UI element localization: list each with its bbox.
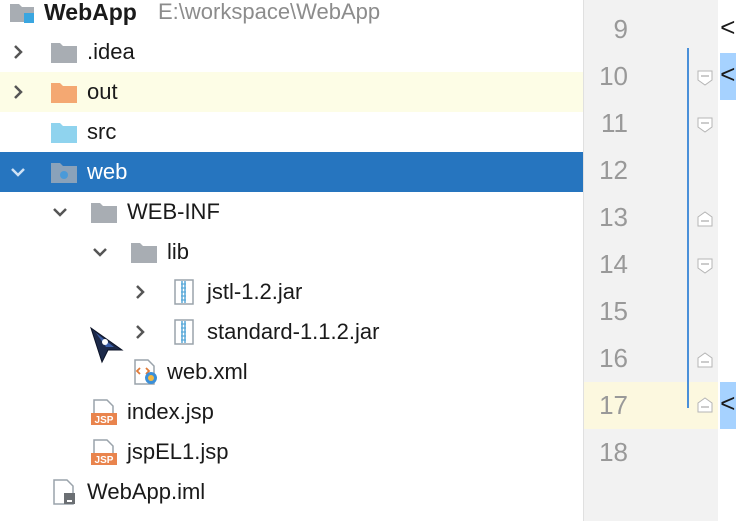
folder-gray-icon xyxy=(51,43,77,63)
tree-item-label: src xyxy=(87,119,117,144)
jar-icon xyxy=(174,319,194,345)
line-number: 16 xyxy=(599,343,628,373)
iml-icon xyxy=(53,479,75,505)
tree-row-web[interactable]: web xyxy=(0,152,583,192)
line-number: 11 xyxy=(601,108,628,138)
chevron-right-icon[interactable] xyxy=(130,282,150,302)
chevron-right-icon[interactable] xyxy=(8,42,28,62)
tree-item-label: index.jsp xyxy=(127,399,214,424)
tree-item-label: out xyxy=(87,79,118,104)
tree-row-lib[interactable]: lib xyxy=(0,232,583,272)
tree-row-src[interactable]: src xyxy=(0,112,583,152)
tree-item-label: .idea xyxy=(87,39,135,64)
project-path: E:\workspace\WebApp xyxy=(158,0,381,24)
tree-item-label: WebApp.iml xyxy=(87,479,206,504)
tree-row-out[interactable]: out xyxy=(0,72,583,112)
code-line-selected: < xyxy=(720,53,736,100)
fold-close-icon[interactable] xyxy=(697,352,713,368)
cursor-pointer-icon xyxy=(90,326,124,364)
jar-icon xyxy=(174,279,194,305)
jsp-badge: JSP xyxy=(95,455,114,465)
fold-open-icon[interactable] xyxy=(697,117,713,133)
jsp-icon: JSP xyxy=(91,439,117,465)
tree-item-label: lib xyxy=(167,239,190,264)
tree-item-label: jspEL1.jsp xyxy=(127,439,229,464)
tree-row-jstl-jar[interactable]: jstl-1.2.jar xyxy=(0,272,583,312)
code-editor[interactable]: < < < xyxy=(718,0,736,521)
jsp-badge: JSP xyxy=(95,415,114,425)
chevron-down-icon[interactable] xyxy=(8,162,28,182)
tree-row-web-inf[interactable]: WEB-INF xyxy=(0,192,583,232)
folder-blue-icon xyxy=(51,123,77,143)
tree-row-project-root[interactable]: WebApp E:\workspace\WebApp xyxy=(0,0,583,32)
line-number: 17 xyxy=(599,390,628,420)
tree-item-label: web.xml xyxy=(167,359,248,384)
line-number: 14 xyxy=(599,249,628,279)
code-line: < xyxy=(720,14,736,44)
line-number: 18 xyxy=(599,437,628,467)
tree-item-label: standard-1.1.2.jar xyxy=(207,319,380,344)
tree-row-jspel1-jsp[interactable]: JSP jspEL1.jsp xyxy=(0,432,583,472)
matched-tag-line xyxy=(687,48,689,408)
folder-orange-icon xyxy=(51,83,77,103)
tree-item-label: web xyxy=(87,159,128,184)
tree-row-webapp-iml[interactable]: WebApp.iml xyxy=(0,472,583,512)
tree-row-idea[interactable]: .idea xyxy=(0,32,583,72)
tree-item-label: jstl-1.2.jar xyxy=(207,279,303,304)
chevron-right-icon[interactable] xyxy=(8,82,28,102)
editor-gutter: 9 10 11 12 13 14 15 16 17 18 xyxy=(583,0,719,521)
project-name: WebApp xyxy=(44,0,137,25)
line-number: 13 xyxy=(599,202,628,232)
fold-open-icon[interactable] xyxy=(697,70,713,86)
folder-gray-icon xyxy=(91,203,117,223)
chevron-down-icon[interactable] xyxy=(90,242,110,262)
line-number: 10 xyxy=(599,61,628,91)
fold-close-icon[interactable] xyxy=(697,397,713,413)
fold-open-icon[interactable] xyxy=(697,258,713,274)
xml-icon xyxy=(134,359,157,385)
code-line-selected: < xyxy=(720,382,736,429)
jsp-icon: JSP xyxy=(91,399,117,425)
project-tree[interactable]: WebApp E:\workspace\WebApp .idea out src xyxy=(0,0,583,521)
folder-web-icon xyxy=(51,163,77,183)
line-number: 15 xyxy=(599,296,628,326)
tree-row-index-jsp[interactable]: JSP index.jsp xyxy=(0,392,583,432)
line-number: 12 xyxy=(599,155,628,185)
chevron-right-icon[interactable] xyxy=(130,322,150,342)
folder-gray-icon xyxy=(131,243,157,263)
module-icon xyxy=(10,4,34,23)
line-number: 9 xyxy=(613,14,628,44)
fold-close-icon[interactable] xyxy=(697,211,713,227)
chevron-down-icon[interactable] xyxy=(50,202,70,222)
tree-item-label: WEB-INF xyxy=(127,199,220,224)
